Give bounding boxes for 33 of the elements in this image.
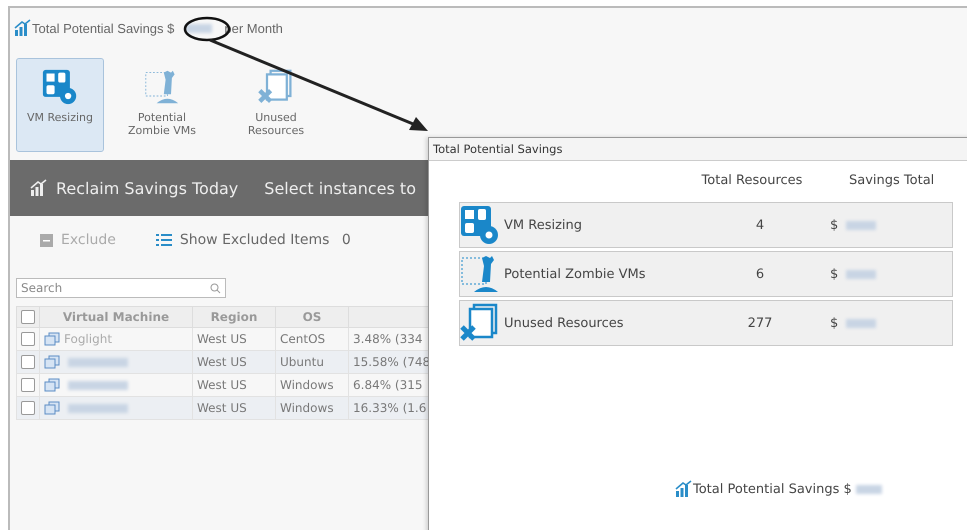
search-field[interactable]: Search bbox=[16, 278, 226, 298]
category-tile[interactable]: Unused Resources bbox=[220, 58, 332, 152]
savings-amount: $ bbox=[830, 316, 838, 330]
footer-total: Total Potential Savings $ bbox=[693, 482, 852, 496]
table-cell: West US bbox=[192, 350, 276, 374]
category-tile[interactable]: VM Resizing bbox=[16, 58, 104, 152]
row-label: Potential Zombie VMs bbox=[504, 266, 646, 282]
banner-title: Reclaim Savings Today bbox=[56, 178, 238, 198]
savings-amount: $ bbox=[830, 218, 838, 232]
dialog-title: Total Potential Savings bbox=[433, 142, 562, 156]
row-label: VM Resizing bbox=[504, 218, 582, 232]
column-header: Total Resources bbox=[700, 173, 804, 190]
row-label: Unused Resources bbox=[504, 316, 624, 330]
table-cell: West US bbox=[192, 328, 276, 350]
table-cell: West US bbox=[192, 396, 276, 420]
category-tile[interactable]: Potential Zombie VMs bbox=[110, 58, 214, 152]
resource-count: 277 bbox=[746, 316, 774, 330]
savings-title: Total Potential Savings $ bbox=[32, 20, 174, 36]
table-cell: West US bbox=[192, 374, 276, 396]
table-cell: Ubuntu bbox=[276, 350, 348, 374]
resource-count: 4 bbox=[754, 218, 766, 232]
column-header: Savings Total bbox=[848, 173, 936, 190]
table-cell: Foglight bbox=[64, 332, 112, 346]
savings-amount: $ bbox=[830, 266, 838, 282]
column-header: Virtual Machine bbox=[40, 306, 192, 328]
table-cell: CentOS bbox=[276, 328, 348, 350]
show-excluded-button[interactable]: Show Excluded Items 0 bbox=[156, 232, 351, 248]
resource-count: 6 bbox=[754, 266, 766, 282]
column-header: Region bbox=[192, 306, 276, 328]
column-header: OS bbox=[276, 306, 348, 328]
banner-subtitle: Select instances to bbox=[264, 178, 416, 198]
table-cell: Windows bbox=[276, 374, 348, 396]
table-cell: Windows bbox=[276, 396, 348, 420]
